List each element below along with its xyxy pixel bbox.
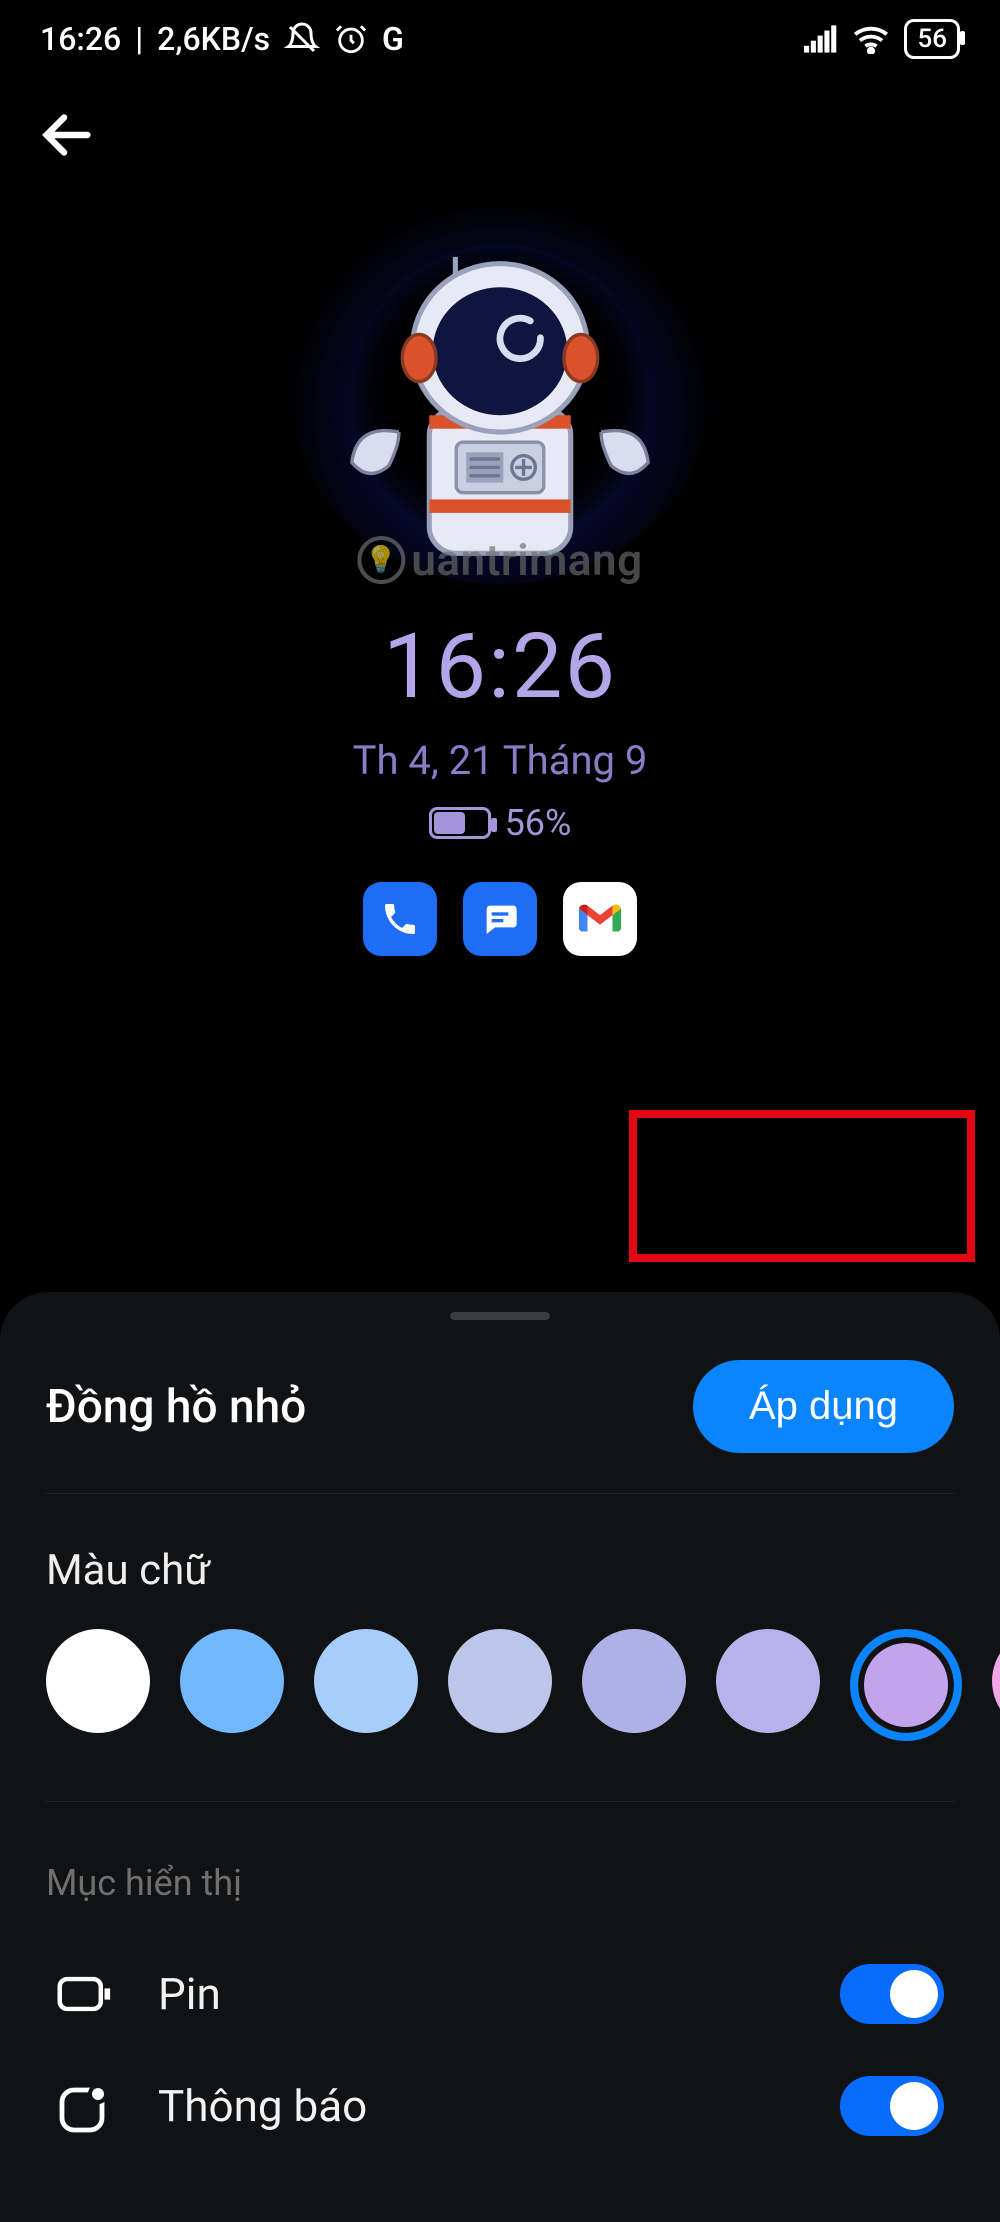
- sheet-grabber[interactable]: [450, 1312, 550, 1320]
- notification-outline-icon: [56, 2084, 112, 2128]
- back-button[interactable]: [32, 155, 102, 174]
- gmail-app-icon: [563, 882, 637, 956]
- color-swatch-7[interactable]: [992, 1629, 1000, 1733]
- color-swatch-5[interactable]: [716, 1629, 820, 1733]
- aod-preview: 💡 uantrimang 16:26 Th 4, 21 Tháng 9 56%: [0, 184, 1000, 956]
- toggle-row-notifications[interactable]: Thông báo: [0, 2050, 1000, 2162]
- color-swatch-1[interactable]: [180, 1629, 284, 1733]
- watermark-bulb-icon: 💡: [357, 536, 405, 584]
- dnd-icon: [284, 21, 320, 57]
- apply-button[interactable]: Áp dụng: [693, 1360, 954, 1453]
- phone-app-icon: [363, 882, 437, 956]
- color-swatch-2[interactable]: [314, 1629, 418, 1733]
- messages-app-icon: [463, 882, 537, 956]
- preview-battery: 56%: [0, 802, 1000, 844]
- display-items-label: Mục hiển thị: [0, 1802, 1000, 1938]
- color-swatch-4[interactable]: [582, 1629, 686, 1733]
- astronaut-icon: [330, 247, 670, 567]
- toggle-notifications-switch[interactable]: [840, 2076, 944, 2136]
- color-swatch-6[interactable]: [850, 1629, 962, 1741]
- status-battery: 56: [904, 19, 960, 59]
- wifi-icon: [852, 24, 890, 54]
- preview-app-icons: [0, 882, 1000, 956]
- signal-icon: [804, 24, 838, 54]
- battery-icon: [429, 807, 491, 839]
- toggle-notifications-label: Thông báo: [158, 2080, 367, 2132]
- battery-outline-icon: [56, 1972, 112, 2016]
- color-swatch-3[interactable]: [448, 1629, 552, 1733]
- toggle-row-battery[interactable]: Pin: [0, 1938, 1000, 2050]
- alarm-icon: [334, 22, 368, 56]
- toggle-battery-switch[interactable]: [840, 1964, 944, 2024]
- preview-clock-date: Th 4, 21 Tháng 9: [0, 737, 1000, 784]
- color-swatch-row: [0, 1629, 1000, 1801]
- text-color-label: Màu chữ: [0, 1494, 1000, 1629]
- status-divider: |: [135, 20, 143, 58]
- watermark: 💡 uantrimang: [357, 534, 642, 586]
- google-icon: G: [382, 20, 404, 58]
- preview-illustration: 💡 uantrimang: [290, 204, 710, 584]
- status-net-speed: 2,6KB/s: [157, 20, 270, 58]
- customize-sheet: Đồng hồ nhỏ Áp dụng Màu chữ Mục hiển thị…: [0, 1292, 1000, 2222]
- toggle-battery-label: Pin: [158, 1968, 221, 2020]
- color-swatch-0[interactable]: [46, 1629, 150, 1733]
- preview-clock-time: 16:26: [0, 614, 1000, 719]
- preview-battery-percent: 56%: [505, 802, 572, 844]
- sheet-title: Đồng hồ nhỏ: [46, 1380, 306, 1434]
- status-bar: 16:26 | 2,6KB/s G 56: [0, 0, 1000, 70]
- annotation-highlight: [629, 1110, 975, 1262]
- status-time: 16:26: [40, 20, 121, 58]
